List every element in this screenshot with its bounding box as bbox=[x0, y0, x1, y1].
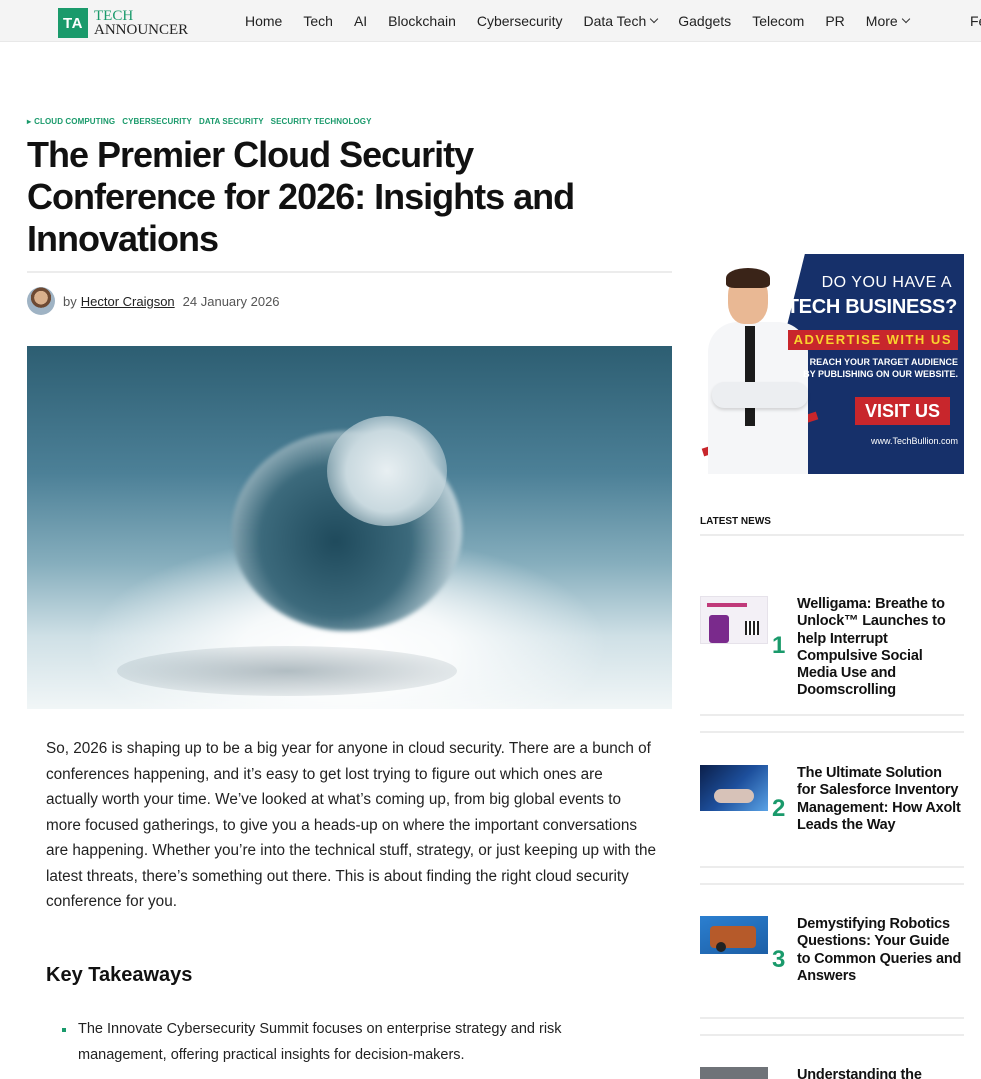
publish-date: 24 January 2026 bbox=[182, 293, 280, 309]
category-tags: ▸ CLOUD COMPUTING CYBERSECURITY DATA SEC… bbox=[27, 117, 379, 126]
nav-label: Home bbox=[245, 13, 283, 29]
ad-visit-button[interactable]: VISIT US bbox=[854, 397, 950, 425]
nav-label: Tech bbox=[303, 13, 333, 29]
advertisement-banner[interactable]: DO YOU HAVE A TECH BUSINESS? ADVERTISE W… bbox=[700, 254, 964, 474]
logo-mark: TA bbox=[58, 8, 88, 38]
news-title-link[interactable]: The Ultimate Solution for Salesforce Inv… bbox=[797, 765, 964, 834]
divider bbox=[700, 1034, 964, 1036]
nav-label: Gadgets bbox=[678, 13, 732, 29]
latest-news-heading: LATEST NEWS bbox=[700, 516, 771, 527]
divider bbox=[700, 883, 964, 885]
main-nav: Home Tech AI Blockchain Cybersecurity Da… bbox=[245, 0, 930, 42]
nav-label: Data Tech bbox=[583, 13, 647, 29]
takeaways-list: The Innovate Cybersecurity Summit focuse… bbox=[62, 1017, 632, 1068]
byline-prefix: by bbox=[63, 293, 77, 309]
ad-person-hair bbox=[726, 268, 770, 288]
category-tag[interactable]: CLOUD COMPUTING bbox=[34, 117, 115, 126]
nav-label: Cybersecurity bbox=[476, 13, 563, 29]
nav-item-gadgets[interactable]: Gadgets bbox=[678, 13, 731, 29]
section-heading: Key Takeaways bbox=[46, 964, 193, 986]
nav-label: PR bbox=[825, 13, 845, 29]
nav-label: Telecom bbox=[752, 13, 805, 29]
thumb-phone bbox=[709, 615, 729, 643]
article-title: The Premier Cloud Security Conference fo… bbox=[27, 134, 575, 259]
nav-item-tech[interactable]: Tech bbox=[303, 13, 333, 29]
thumb-qr bbox=[745, 621, 759, 635]
nav-item-telecom[interactable]: Telecom bbox=[752, 13, 804, 29]
thumb-robot-wheel bbox=[716, 942, 726, 952]
thumb-header bbox=[707, 603, 747, 607]
thumb-hand bbox=[714, 789, 754, 803]
news-title-link[interactable]: Demystifying Robotics Questions: Your Gu… bbox=[797, 916, 964, 985]
ad-person-tie bbox=[745, 326, 755, 426]
nav-label: AI bbox=[353, 13, 368, 29]
nav-item-ai[interactable]: AI bbox=[354, 13, 367, 29]
ad-line-3: ADVERTISE WITH US bbox=[787, 330, 958, 350]
news-rank: 3 bbox=[772, 946, 786, 973]
divider bbox=[700, 731, 964, 733]
ad-line-2: TECH BUSINESS? bbox=[786, 296, 958, 318]
site-logo[interactable]: TA TECH ANNOUNCER bbox=[58, 8, 188, 38]
author-avatar[interactable] bbox=[27, 287, 55, 315]
chevron-down-icon bbox=[901, 14, 910, 24]
category-tag[interactable]: CYBERSECURITY bbox=[122, 117, 192, 126]
divider bbox=[700, 714, 964, 716]
category-marker-icon: ▸ bbox=[27, 117, 32, 126]
nav-item-truncated[interactable]: Fe bbox=[970, 13, 981, 29]
takeaway-item: The Innovate Cybersecurity Summit focuse… bbox=[62, 1017, 632, 1068]
hero-shadow bbox=[117, 646, 457, 696]
author-link[interactable]: Hector Craigson bbox=[81, 294, 175, 309]
news-title-link[interactable]: Understanding the bbox=[797, 1067, 964, 1079]
news-thumbnail[interactable] bbox=[700, 765, 768, 811]
nav-item-pr[interactable]: PR bbox=[825, 13, 844, 29]
news-rank: 1 bbox=[772, 632, 786, 659]
news-rank: 2 bbox=[772, 795, 786, 822]
nav-item-cybersecurity[interactable]: Cybersecurity bbox=[477, 13, 563, 29]
article-intro: So, 2026 is shaping up to be a big year … bbox=[46, 740, 656, 910]
nav-label: Blockchain bbox=[388, 13, 456, 29]
nav-item-data-tech[interactable]: Data Tech bbox=[583, 13, 659, 29]
ad-line-1: DO YOU HAVE A bbox=[821, 274, 952, 291]
logo-line-2: ANNOUNCER bbox=[94, 22, 189, 38]
nav-item-blockchain[interactable]: Blockchain bbox=[388, 13, 456, 29]
ad-person-arms bbox=[712, 382, 808, 408]
divider bbox=[700, 866, 964, 868]
divider bbox=[700, 1017, 964, 1019]
page: TA TECH ANNOUNCER Home Tech AI Blockchai… bbox=[0, 0, 981, 1079]
ad-line-4: REACH YOUR TARGET AUDIENCE BY PUBLISHING… bbox=[803, 357, 958, 379]
nav-label: More bbox=[865, 13, 898, 29]
divider bbox=[27, 271, 672, 273]
logo-text: TECH ANNOUNCER bbox=[94, 8, 189, 38]
news-title-link[interactable]: Welligama: Breathe to Unlock™ Launches t… bbox=[797, 596, 964, 700]
author-byline: by Hector Craigson 24 January 2026 bbox=[27, 287, 280, 315]
category-tag[interactable]: SECURITY TECHNOLOGY bbox=[271, 117, 372, 126]
hero-cloud-highlight bbox=[327, 416, 447, 526]
news-thumbnail[interactable] bbox=[700, 916, 768, 954]
chevron-down-icon bbox=[650, 14, 659, 24]
hero-image bbox=[27, 346, 672, 709]
nav-item-home[interactable]: Home bbox=[245, 13, 282, 29]
news-thumbnail[interactable] bbox=[700, 596, 768, 644]
news-thumbnail[interactable] bbox=[700, 1067, 768, 1079]
divider bbox=[700, 534, 964, 536]
logo-line-1: TECH bbox=[94, 8, 134, 24]
ad-url: www.TechBullion.com bbox=[870, 436, 958, 446]
top-navbar: TA TECH ANNOUNCER Home Tech AI Blockchai… bbox=[0, 0, 981, 42]
nav-item-more[interactable]: More bbox=[865, 13, 910, 29]
category-tag[interactable]: DATA SECURITY bbox=[199, 117, 264, 126]
